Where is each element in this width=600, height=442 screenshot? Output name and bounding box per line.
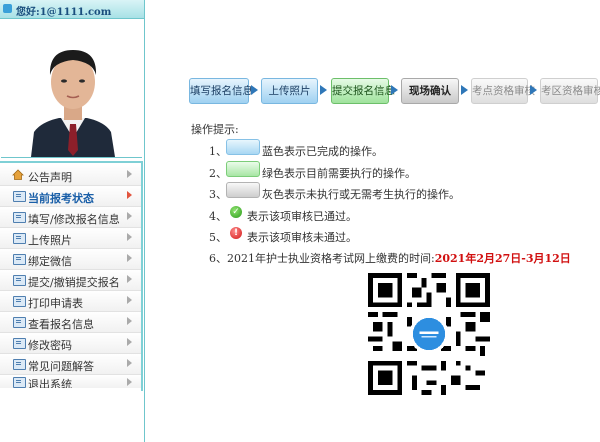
tip-text: 表示该项审核未通过。 [247, 231, 357, 244]
sidebar-item-label: 提交/撤销提交报名 [28, 276, 120, 289]
chevron-right-icon [127, 191, 132, 199]
sidebar-item-label: 打印申请表 [28, 297, 83, 310]
sidebar-item-edit-info[interactable]: 填写/修改报名信息 [0, 207, 141, 228]
step-upload-photo: 上传照片 [261, 78, 318, 104]
tip-payment: 6、2021年护士执业资格考试网上缴费的时间:2021年2月27日-3月12日 [209, 250, 571, 266]
user-icon [3, 4, 12, 13]
sidebar-item-current-status[interactable]: 当前报考状态 [0, 186, 141, 207]
sidebar-item-announcement[interactable]: 公告声明 [0, 165, 141, 186]
payment-text: 6、2021年护士执业资格考试网上缴费的时间: [209, 252, 435, 265]
step-label: 考点资格审核 [472, 85, 535, 97]
sidebar-item-print[interactable]: 打印申请表 [0, 291, 141, 312]
sidebar-item-label: 当前报考状态 [28, 192, 94, 205]
step-district-review: 考区资格审核 [540, 78, 600, 104]
list-icon [13, 377, 26, 388]
photo-panel [1, 20, 142, 158]
sidebar-item-label: 查看报名信息 [28, 318, 94, 331]
arrow-right-icon [391, 85, 398, 95]
chevron-right-icon [127, 212, 132, 220]
payment-date: 2021年2月27日-3月12日 [434, 252, 571, 265]
tips-title: 操作提示: [191, 123, 239, 136]
swatch-gray [226, 182, 260, 198]
list-icon [13, 233, 26, 244]
alert-icon: ! [230, 227, 242, 239]
home-icon [12, 169, 24, 180]
sidebar-item-label: 填写/修改报名信息 [28, 213, 120, 226]
tip-number: 2、 [209, 167, 227, 180]
tip-text: 绿色表示目前需要执行的操作。 [262, 167, 416, 180]
list-icon [13, 254, 26, 265]
step-label: 现场确认 [409, 85, 451, 97]
step-label: 填写报名信息 [190, 85, 253, 97]
arrow-right-icon [320, 85, 327, 95]
chevron-right-icon [127, 275, 132, 283]
sidebar-item-faq[interactable]: 常见问题解答 [0, 354, 141, 375]
chevron-right-icon [127, 170, 132, 178]
swatch-blue [226, 139, 260, 155]
list-icon [13, 359, 26, 370]
chevron-right-icon [127, 317, 132, 325]
step-onsite-confirm: 现场确认 [401, 78, 459, 104]
list-icon [13, 191, 26, 202]
sidebar-item-bind-wechat[interactable]: 绑定微信 [0, 249, 141, 270]
qr-code [368, 273, 490, 395]
step-submit-info: 提交报名信息 [331, 78, 395, 104]
step-site-review: 考点资格审核 [471, 78, 535, 104]
tip-number: 3、 [209, 188, 227, 201]
arrow-right-icon [530, 85, 537, 95]
sidebar-item-upload-photo[interactable]: 上传照片 [0, 228, 141, 249]
list-icon [13, 212, 26, 223]
sidebar-item-label: 上传照片 [28, 234, 72, 247]
tip-number: 5、 [209, 231, 227, 244]
document-icon [13, 296, 26, 307]
sidebar-menu: 公告声明 当前报考状态 填写/修改报名信息 上传照片 绑定微信 提交/撤销提交报… [0, 161, 143, 391]
check-icon: ✓ [230, 206, 242, 218]
chevron-right-icon [127, 296, 132, 304]
sidebar-item-label: 修改密码 [28, 339, 72, 352]
applicant-photo [1, 20, 142, 157]
sidebar-item-view-info[interactable]: 查看报名信息 [0, 312, 141, 333]
chevron-right-icon [127, 254, 132, 262]
tip-text: 蓝色表示已完成的操作。 [262, 145, 383, 158]
tip-text: 表示该项审核已通过。 [247, 210, 357, 223]
sidebar-footer [0, 388, 141, 442]
tip-number: 4、 [209, 210, 227, 223]
step-label: 考区资格审核 [541, 85, 600, 97]
greeting-text: 您好:1@1111.com [16, 7, 112, 18]
step-label: 上传照片 [268, 85, 311, 97]
swatch-green [226, 161, 260, 177]
chevron-right-icon [127, 233, 132, 241]
sidebar-item-label: 常见问题解答 [28, 360, 94, 373]
chevron-right-icon [127, 378, 132, 386]
sidebar: 您好:1@1111.com 公告声明 当前报考状态 填写/修改报名信息 上传照片… [0, 0, 145, 442]
sidebar-item-change-password[interactable]: 修改密码 [0, 333, 141, 354]
document-icon [13, 275, 26, 286]
arrow-right-icon [251, 85, 258, 95]
chevron-right-icon [127, 359, 132, 367]
sidebar-item-logout[interactable]: 退出系统 [0, 375, 141, 391]
step-fill-info: 填写报名信息 [189, 78, 253, 104]
list-icon [13, 317, 26, 328]
step-label: 提交报名信息 [332, 85, 395, 97]
tip-text: 灰色表示未执行或无需考生执行的操作。 [262, 188, 460, 201]
greeting-bar: 您好:1@1111.com [0, 0, 144, 19]
sidebar-item-label: 绑定微信 [28, 255, 72, 268]
chevron-right-icon [127, 338, 132, 346]
sidebar-item-label: 公告声明 [28, 171, 72, 184]
sidebar-item-submit[interactable]: 提交/撤销提交报名 [0, 270, 141, 291]
arrow-right-icon [461, 85, 468, 95]
list-icon [13, 338, 26, 349]
tip-number: 1、 [209, 145, 227, 158]
